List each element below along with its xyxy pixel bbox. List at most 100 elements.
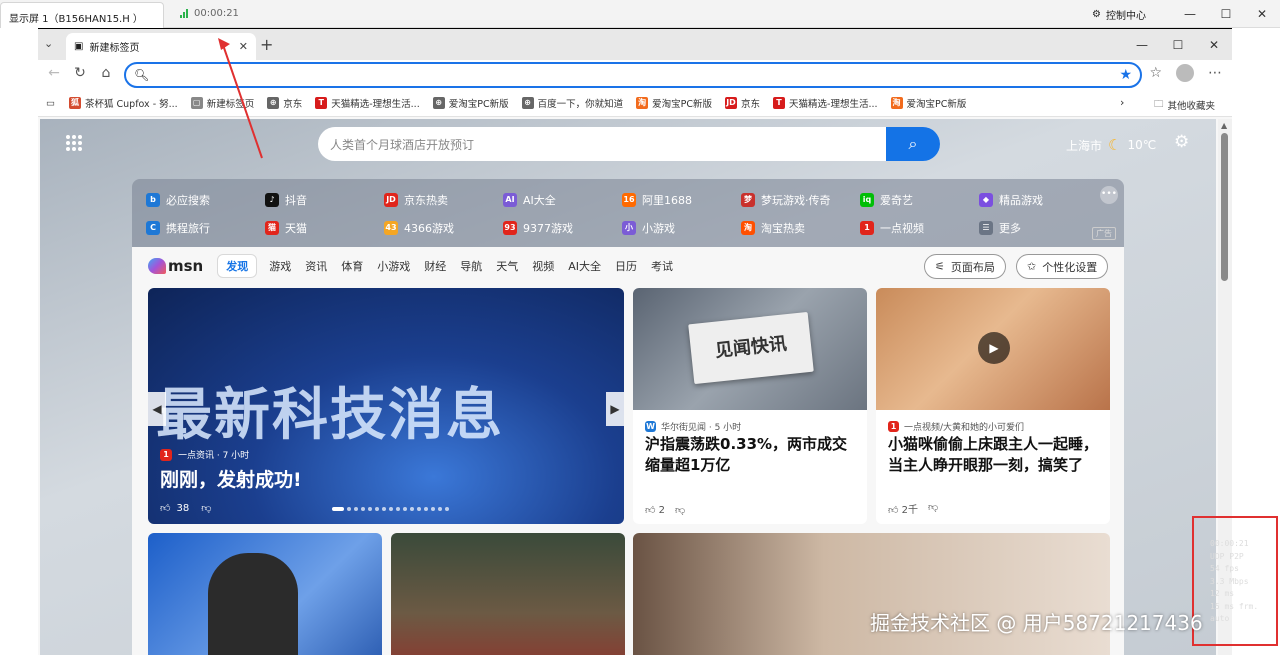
quick-link[interactable]: 43 4366游戏 [384,220,454,236]
page-layout-button[interactable]: ⚟ 页面布局 [924,254,1006,279]
bookmark-label: 爱淘宝PC新版 [652,99,712,110]
browser-close-button[interactable]: ✕ [1196,29,1232,60]
quick-link[interactable]: 猫天猫 [265,220,307,236]
favorites-icon[interactable]: ☆ [1149,65,1162,81]
feed-category-tab[interactable]: 游戏 [269,258,291,274]
play-icon[interactable]: ▶ [978,332,1010,364]
address-bar[interactable]: 🔍︎ ★ [124,62,1142,88]
bookmark-item[interactable]: 狐茶杯狐 Cupfox - 努... [68,96,178,110]
quick-link[interactable]: ◆ 精品游戏 [979,192,1043,208]
quick-link[interactable]: 1 一点视频 [860,220,924,236]
quick-link[interactable]: 梦梦玩游戏·传奇 [741,192,831,208]
msn-logo: msn [148,257,203,275]
control-center-label: 控制中心 [1106,10,1146,22]
quick-link[interactable]: 小小游戏 [622,220,675,236]
remote-maximize-button[interactable]: ☐ [1208,0,1244,28]
remote-minimize-button[interactable]: — [1172,0,1208,28]
search-submit-button[interactable]: ⌕ [886,127,940,161]
annotation-box [1192,516,1278,646]
quick-link[interactable]: ♪ 抖音 [265,192,307,208]
quick-links-more-icon[interactable]: ••• [1100,186,1118,204]
feed-category-bar: msn 发现 游戏 资讯 体育 小游戏 财经 导航 天气 视频 AI大全 日历 考试 ⚟ 页面布局 ✩… [132,247,1124,285]
news-card[interactable]: ▶ 1 一点视频/大黄和她的小可爱们 小猫咪偷偷上床跟主人一起睡，当主人睁开眼那… [876,288,1110,524]
quick-link[interactable]: ☰ 更多 [979,220,1021,236]
news-card-thumbnail[interactable] [391,533,625,655]
address-input[interactable] [155,68,1120,82]
bookmark-item[interactable]: ⊕ 百度一下，你就知道 [521,96,623,110]
bookmark-favicon-icon: T [773,97,786,109]
quick-link[interactable]: JD 京东热卖 [384,192,448,208]
bookmark-toggle-icon[interactable]: ▭ [46,98,55,109]
refresh-icon[interactable]: ↻ [70,65,90,81]
bookmark-label: 京东 [283,99,303,110]
news-reactions: 👍︎ 2 👎︎ [645,504,685,516]
control-center-button[interactable]: ⚙ 控制中心 [1092,7,1146,22]
feed-category-tab[interactable]: 天气 [496,258,518,274]
thumbs-down-icon[interactable]: 👎︎ [675,504,685,516]
thumbs-down-icon[interactable]: 👎︎ [201,502,211,514]
bookmark-item[interactable]: T 天猫精选-理想生活... [773,96,878,110]
personalize-button[interactable]: ✩ 个性化设置 [1016,254,1109,279]
home-icon[interactable]: ⌂ [96,65,116,81]
tab-list-chevron-icon[interactable]: ⌄ [44,37,53,50]
bookmark-item[interactable]: JD 京东 [725,96,760,110]
favorite-star-icon[interactable]: ★ [1119,67,1132,83]
bookmark-item[interactable]: T 天猫精选-理想生活... [315,96,420,110]
feed-category-tab[interactable]: 发现 [217,254,258,278]
feed-category-tab[interactable]: AI大全 [568,258,601,274]
news-card-thumbnail[interactable] [148,533,382,655]
more-menu-icon[interactable]: ⋯ [1208,65,1222,81]
page-layout-label: 页面布局 [950,260,995,274]
quick-link-icon: ◆ [979,193,993,207]
quick-link[interactable]: 16 阿里1688 [622,192,692,208]
feed-category-tab[interactable]: 体育 [341,258,363,274]
remote-close-button[interactable]: ✕ [1244,0,1280,28]
quick-link[interactable]: 淘淘宝热卖 [741,220,805,236]
bookmark-item[interactable]: ⊕ 京东 [267,96,302,110]
scrollbar-thumb[interactable] [1221,133,1228,281]
feed-category-tab[interactable]: 财经 [424,258,446,274]
feed-category-tab[interactable]: 视频 [532,258,554,274]
quick-link[interactable]: 93 9377游戏 [503,220,573,236]
remote-display-tab[interactable]: 显示屏 1（B156HAN15.H ） [0,2,164,28]
feed-category-tab[interactable]: 资讯 [305,258,327,274]
other-bookmarks-folder[interactable]: 🗀 其他收藏夹 [1154,97,1215,113]
feed-category-tab[interactable]: 考试 [651,258,673,274]
apps-grid-icon[interactable] [66,135,82,151]
thumbs-down-icon[interactable]: 👎︎ [928,501,938,516]
back-arrow-icon[interactable]: ← [44,65,64,81]
quick-link[interactable]: C 携程旅行 [146,220,210,236]
news-card[interactable]: 见闻快讯 W 华尔街见闻 · 5 小时 沪指震荡跌0.33%，两市成交缩量超1万… [633,288,867,524]
bookmark-item[interactable]: 淘爱淘宝PC新版 [890,96,966,110]
web-search-box[interactable]: 人类首个月球酒店开放预订 ⌕ [318,127,940,161]
carousel-next-icon[interactable]: ▶ [606,392,624,426]
bookmarks-overflow-chevron-icon[interactable]: › [1120,96,1124,109]
carousel-pagination[interactable] [332,507,449,511]
profile-avatar[interactable] [1176,64,1194,82]
news-card-thumbnail[interactable] [633,533,1110,655]
news-like-count: 2千 [901,505,919,516]
bookmark-favicon-icon: ⊕ [267,97,280,109]
watermark: 掘金技术社区 @ 用户58721217436 [870,611,1203,635]
quick-link-label: 阿里1688 [642,194,692,207]
quick-link[interactable]: b 必应搜索 [146,192,210,208]
thumbs-up-icon[interactable]: 👍︎ 2 [645,504,665,516]
page-settings-gear-icon[interactable]: ⚙ [1174,132,1189,152]
feed-category-tab[interactable]: 日历 [615,258,637,274]
weather-widget[interactable]: 上海市 ☾ 10℃ [1066,136,1156,154]
browser-maximize-button[interactable]: ☐ [1160,29,1196,60]
hero-news-card[interactable]: 最新科技消息 ◀ ▶ 1 一点资讯 · 7 小时 刚刚，发射成功! 👍︎ 38 … [148,288,624,524]
bookmark-item[interactable]: ⊕ 爱淘宝PC新版 [432,96,509,110]
feed-category-tab[interactable]: 小游戏 [377,258,410,274]
news-title: 沪指震荡跌0.33%，两市成交缩量超1万亿 [645,435,848,474]
quick-link[interactable]: AI AI大全 [503,192,556,208]
scroll-up-icon[interactable]: ▲ [1221,121,1227,130]
msn-wordmark: msn [168,257,204,275]
thumbs-up-icon[interactable]: 👍︎ [160,502,170,514]
browser-minimize-button[interactable]: — [1124,29,1160,60]
bookmark-item[interactable]: 淘爱淘宝PC新版 [636,96,712,110]
quick-link[interactable]: iq 爱奇艺 [860,192,913,208]
feed-category-tab[interactable]: 导航 [460,258,482,274]
thumbs-up-icon[interactable]: 👍︎ 2千 [888,501,918,516]
carousel-prev-icon[interactable]: ◀ [148,392,166,426]
